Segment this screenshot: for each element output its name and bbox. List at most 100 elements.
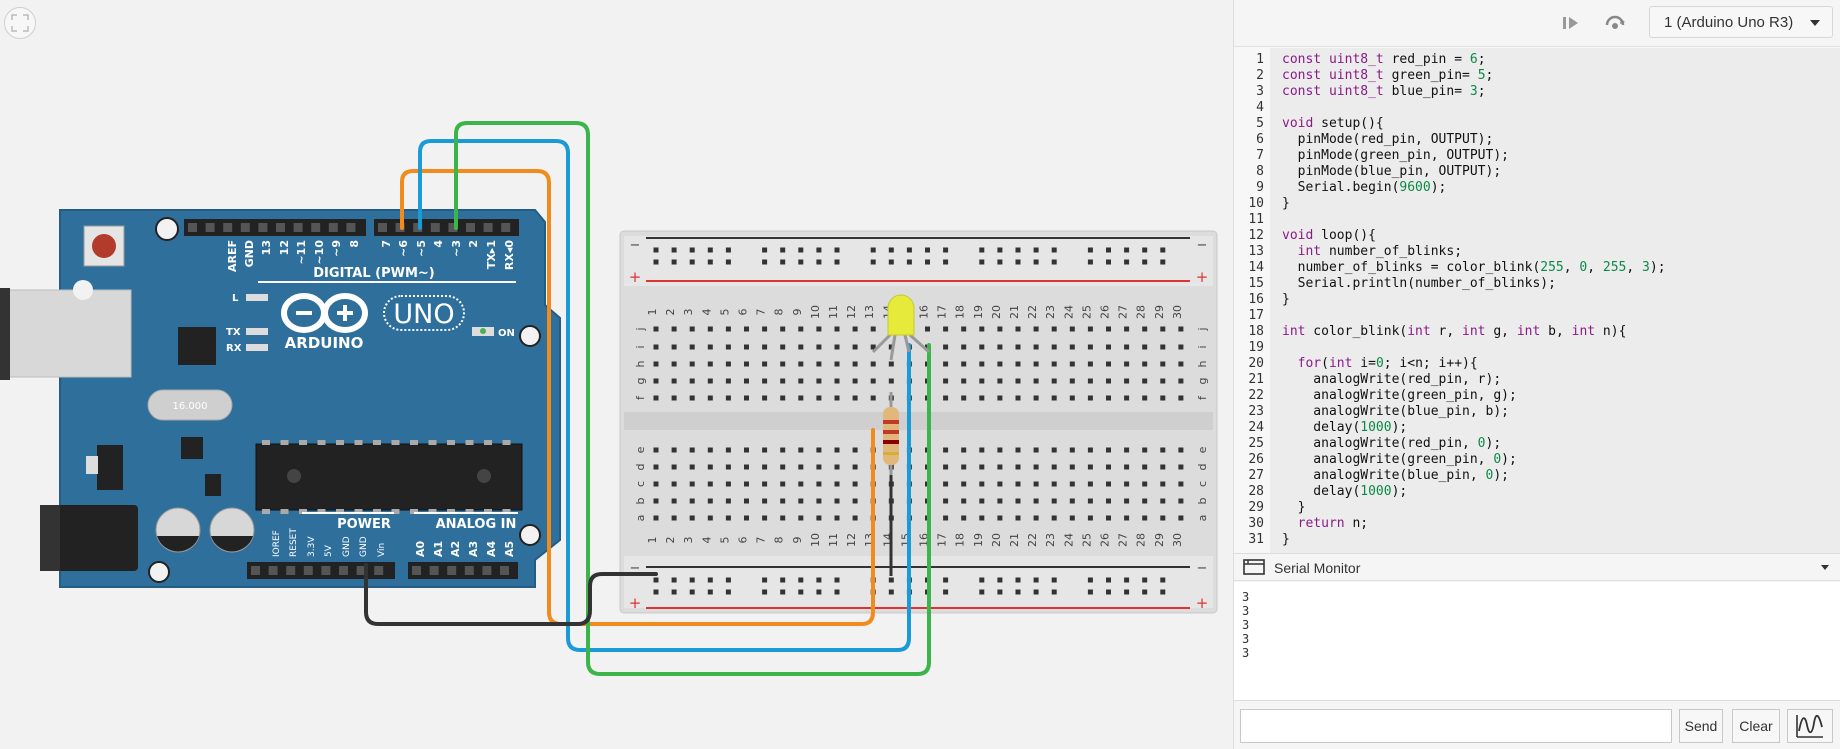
analog-in-label: ANALOG IN [436, 517, 517, 532]
terminal-icon [1243, 559, 1265, 575]
graph-button[interactable] [1787, 709, 1833, 743]
code-line[interactable]: analogWrite(blue_pin, b); [1282, 404, 1509, 420]
serial-monitor-header[interactable]: Serial Monitor [1234, 553, 1840, 581]
line-number: 21 [1248, 372, 1264, 387]
serial-output-line: 3 [1242, 646, 1250, 660]
line-number: 22 [1248, 388, 1264, 403]
breadboard-column-label: 6 [737, 309, 750, 316]
code-line[interactable]: int number_of_blinks; [1282, 244, 1462, 260]
clear-button[interactable]: Clear [1732, 709, 1780, 743]
rail-plus-label: + [629, 594, 642, 612]
code-line[interactable]: pinMode(red_pin, OUTPUT); [1282, 132, 1494, 148]
line-number: 7 [1256, 148, 1264, 163]
breadboard-column-label: 23 [1044, 305, 1057, 319]
code-line[interactable]: return n; [1282, 516, 1368, 532]
breadboard-column-label: 20 [990, 305, 1003, 319]
serial-output-line: 3 [1242, 618, 1250, 632]
breadboard-column-label: 24 [1062, 533, 1075, 547]
code-line[interactable]: for(int i=0; i<n; i++){ [1282, 356, 1478, 372]
analog-pin-label: A3 [467, 541, 480, 557]
breadboard-row-label: d [634, 464, 647, 471]
breadboard-column-label: 26 [1099, 305, 1112, 319]
line-number: 12 [1248, 228, 1264, 243]
breadboard-row-label: c [1196, 481, 1209, 487]
code-line[interactable]: pinMode(green_pin, OUTPUT); [1282, 148, 1509, 164]
breadboard-column-label: 28 [1135, 305, 1148, 319]
circuit-canvas[interactable]: 1 1 2 2 3 3 4 4 5 5 6 6 7 7 8 8 9 9 10 10 11 11 12 12 13 13 14 14 15… [0, 0, 1233, 749]
breadboard-column-label: 14 [881, 305, 894, 319]
code-line[interactable]: analogWrite(blue_pin, 0); [1282, 468, 1509, 484]
code-editor[interactable]: 1 2 3 4 5 6 7 8 9 10 11 12 13 14 15 16 17 18 19 20 21 22 23 24 2… [1234, 48, 1840, 553]
restart-icon [1605, 15, 1625, 29]
digital-pin-label: TX▸1 [485, 240, 498, 269]
line-number: 6 [1256, 132, 1264, 147]
restart-button[interactable] [1600, 8, 1630, 38]
chevron-down-icon[interactable] [1821, 565, 1829, 570]
line-number: 30 [1248, 516, 1264, 531]
breadboard-column-label: 20 [990, 533, 1003, 547]
line-number: 10 [1248, 196, 1264, 211]
code-line[interactable]: Serial.begin(9600); [1282, 180, 1447, 196]
power-pin-label: RESET [289, 528, 299, 557]
code-line[interactable]: Serial.println(number_of_blinks); [1282, 276, 1556, 292]
clear-button-label: Clear [1739, 718, 1773, 734]
breadboard-column-label: 30 [1171, 305, 1184, 319]
breadboard-column-label: 26 [1099, 533, 1112, 547]
digital-pin-label: ~10 [313, 240, 326, 265]
code-line[interactable]: delay(1000); [1282, 420, 1407, 436]
line-number: 15 [1248, 276, 1264, 291]
send-button[interactable]: Send [1679, 709, 1723, 743]
analog-pin-label: A5 [503, 541, 516, 557]
breadboard-column-label: 3 [682, 537, 695, 544]
breadboard-column-label: 29 [1153, 533, 1166, 547]
code-line[interactable]: const uint8_t green_pin= 5; [1282, 68, 1493, 84]
breadboard-column-label: 9 [791, 537, 804, 544]
breadboard-column-label: 18 [954, 533, 967, 547]
code-line[interactable]: const uint8_t red_pin = 6; [1282, 52, 1486, 68]
power-pin-label: 5V [324, 544, 334, 557]
code-line[interactable]: } [1282, 500, 1306, 516]
rgb-led [871, 294, 931, 361]
fit-view-button[interactable] [4, 7, 36, 39]
breadboard-row-label: j [1196, 327, 1209, 331]
breadboard-column-label: 4 [700, 309, 713, 316]
breadboard-column-label: 1 [646, 537, 659, 544]
breadboard-row-label: b [634, 497, 647, 504]
code-line[interactable]: number_of_blinks = color_blink(255, 0, 2… [1282, 260, 1666, 276]
step-play-button[interactable] [1556, 8, 1586, 38]
chevron-down-icon [1810, 20, 1820, 26]
code-line[interactable]: void setup(){ [1282, 116, 1384, 132]
line-number: 2 [1256, 68, 1264, 83]
breadboard-column-label: 25 [1080, 533, 1093, 547]
code-line[interactable]: } [1282, 292, 1290, 308]
code-line[interactable]: } [1282, 196, 1290, 212]
breadboard-column-label: 5 [718, 537, 731, 544]
breadboard-column-label: 24 [1062, 305, 1075, 319]
breadboard-row-label: e [1196, 446, 1209, 453]
code-line[interactable]: analogWrite(red_pin, 0); [1282, 436, 1501, 452]
rail-plus-label: + [1196, 594, 1209, 612]
device-select[interactable]: 1 (Arduino Uno R3) [1649, 6, 1833, 38]
code-line[interactable]: delay(1000); [1282, 484, 1407, 500]
led-label-l: L [232, 293, 239, 304]
line-number: 27 [1248, 468, 1264, 483]
code-line[interactable]: void loop(){ [1282, 228, 1376, 244]
serial-input[interactable] [1240, 709, 1672, 743]
code-line[interactable]: analogWrite(red_pin, r); [1282, 372, 1501, 388]
code-line[interactable]: const uint8_t blue_pin= 3; [1282, 84, 1486, 100]
code-line[interactable]: int color_blink(int r, int g, int b, int… [1282, 324, 1626, 340]
code-line[interactable]: analogWrite(green_pin, 0); [1282, 452, 1517, 468]
code-line[interactable]: pinMode(blue_pin, OUTPUT); [1282, 164, 1502, 180]
breadboard-column-label: 5 [718, 309, 731, 316]
device-select-value: 1 (Arduino Uno R3) [1664, 13, 1794, 31]
graph-icon [1796, 714, 1823, 738]
breadboard-column-label: 4 [700, 537, 713, 544]
circuit-drawing: 1122334455667788991010111112121313141415… [0, 121, 1218, 676]
breadboard-column-label: 8 [773, 309, 786, 316]
code-line[interactable]: analogWrite(green_pin, g); [1282, 388, 1517, 404]
power-pin-label: GND [342, 536, 352, 557]
serial-input-row: Send Clear [1234, 700, 1840, 749]
code-line[interactable]: } [1282, 532, 1290, 548]
breadboard-column-label: 25 [1080, 305, 1093, 319]
digital-pin-label: ~5 [415, 240, 428, 257]
